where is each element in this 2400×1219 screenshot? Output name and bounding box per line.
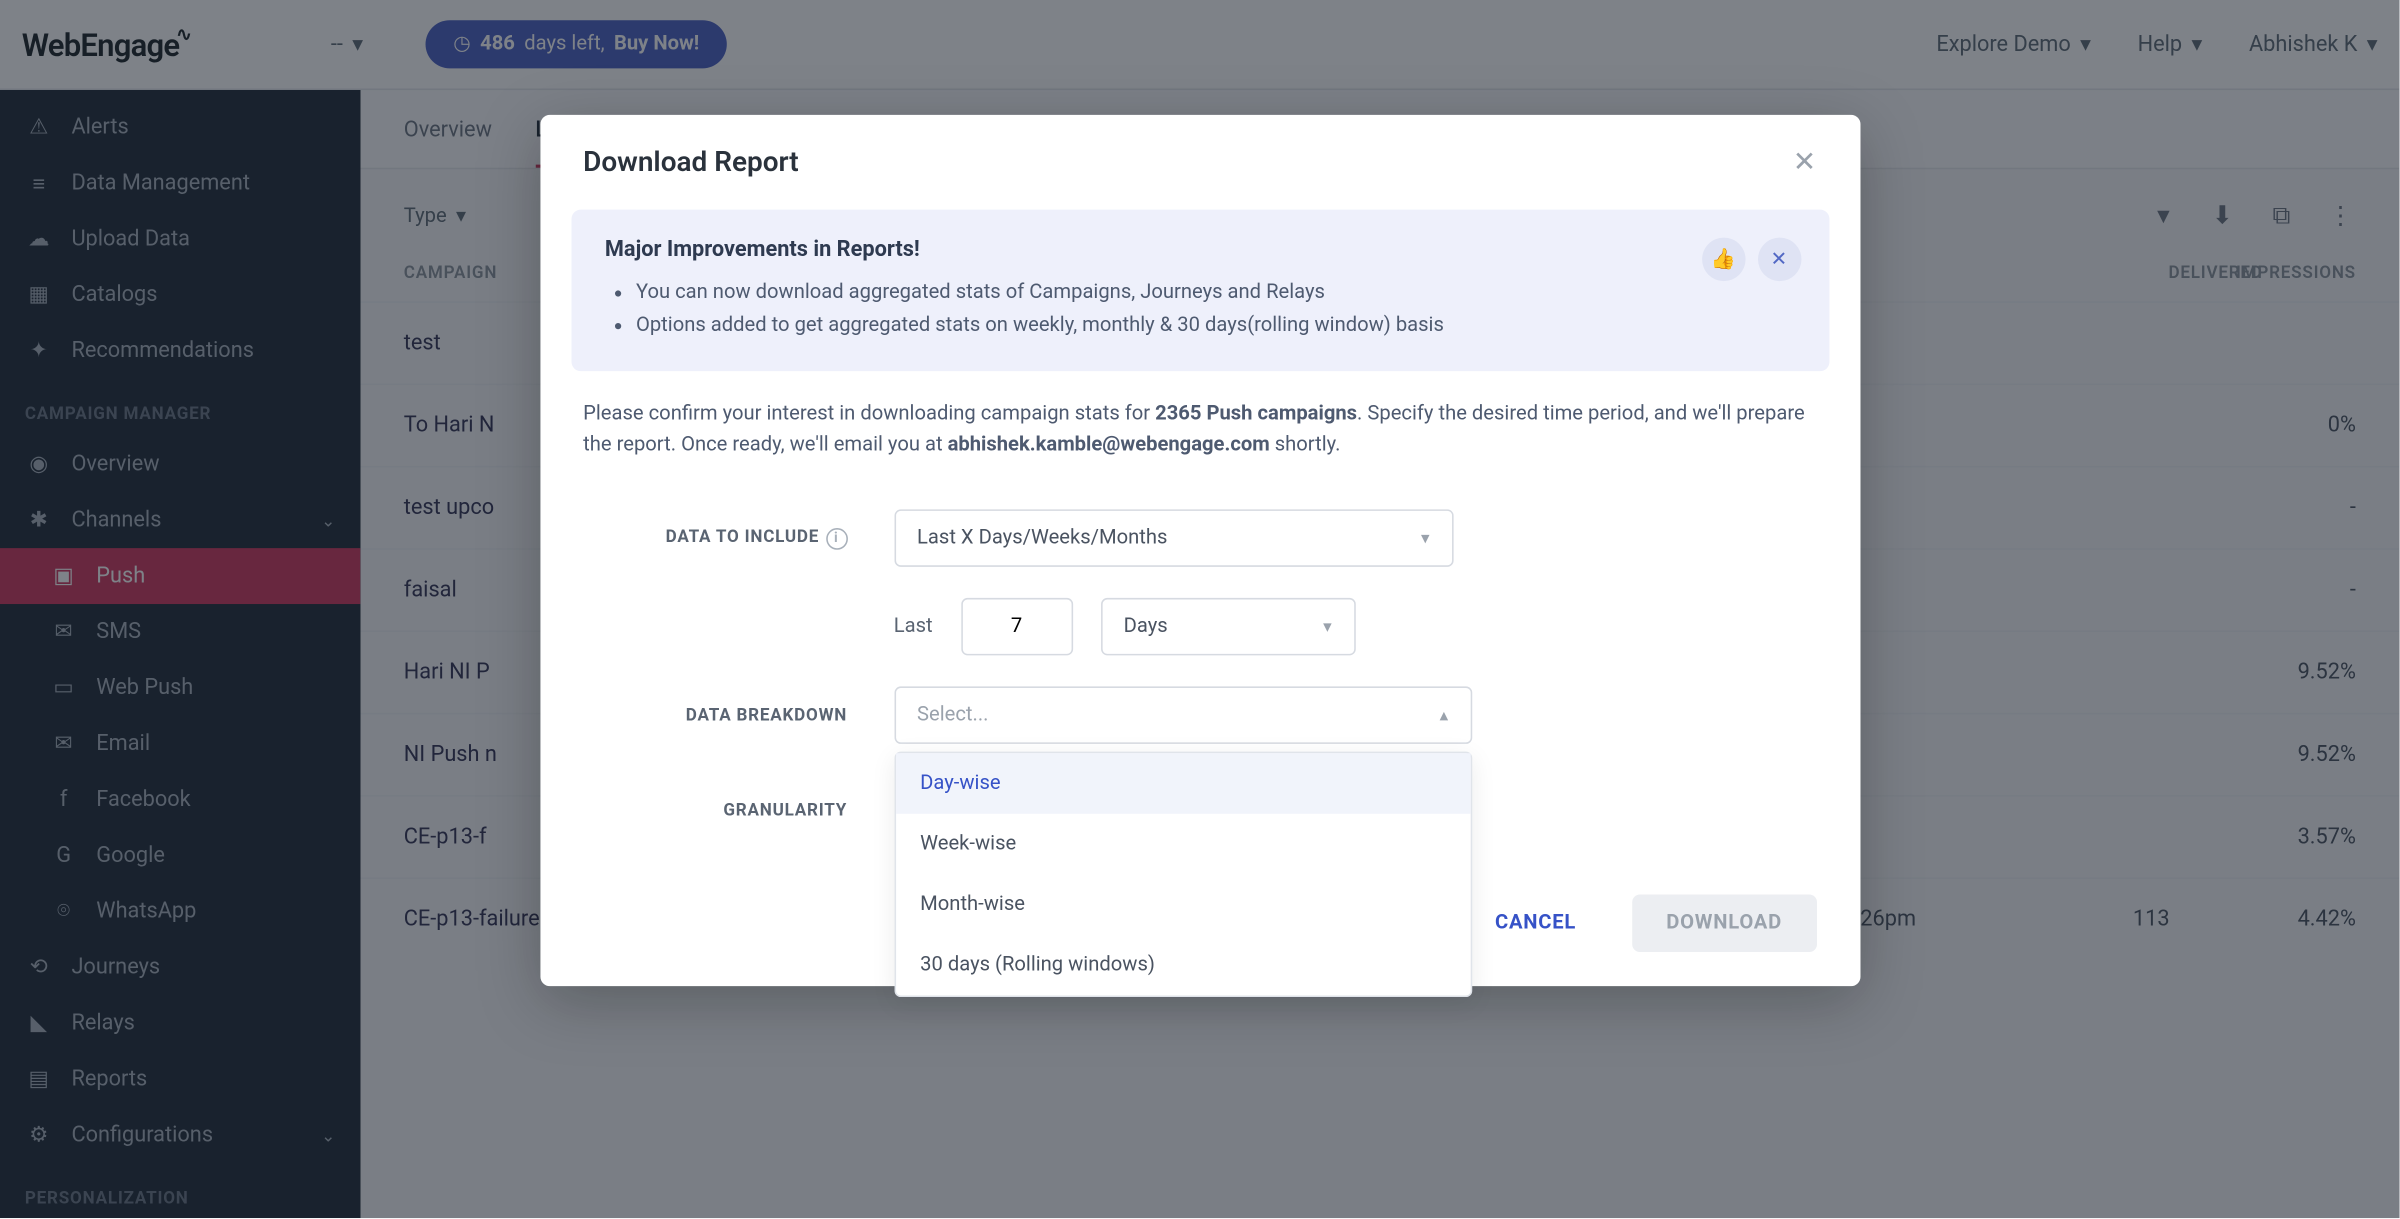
label-data-include: DATA TO INCLUDEi (583, 527, 894, 550)
download-report-modal: Download Report ✕ Major Improvements in … (540, 115, 1860, 987)
banner-bullet: Options added to get aggregated stats on… (636, 310, 1795, 342)
close-icon[interactable]: ✕ (1793, 146, 1816, 179)
select-data-include[interactable]: Last X Days/Weeks/Months▾ (894, 510, 1453, 567)
last-number-input[interactable] (961, 598, 1073, 655)
chevron-down-icon: ▾ (1323, 617, 1332, 637)
label-data-breakdown: DATA BREAKDOWN (583, 705, 894, 725)
download-button[interactable]: DOWNLOAD (1632, 895, 1816, 952)
modal-overlay: Download Report ✕ Major Improvements in … (0, 0, 2399, 1218)
thumbs-up-button[interactable]: 👍 (1701, 238, 1744, 281)
banner-bullet: You can now download aggregated stats of… (636, 278, 1795, 310)
dropdown-option-rolling[interactable]: 30 days (Rolling windows) (895, 935, 1470, 996)
select-unit[interactable]: Days▾ (1100, 598, 1355, 655)
confirm-text: Please confirm your interest in download… (540, 398, 1860, 494)
select-data-breakdown[interactable]: Select...▴ (894, 687, 1472, 744)
dropdown-option-month[interactable]: Month-wise (895, 875, 1470, 936)
modal-title: Download Report (583, 146, 799, 179)
dismiss-banner-button[interactable]: ✕ (1757, 238, 1800, 281)
chevron-up-icon: ▴ (1440, 705, 1449, 725)
chevron-down-icon: ▾ (1421, 528, 1430, 548)
info-banner: Major Improvements in Reports! You can n… (571, 210, 1829, 371)
dropdown-menu: Day-wise Week-wise Month-wise 30 days (R… (894, 752, 1472, 997)
dropdown-option-day[interactable]: Day-wise (895, 753, 1470, 814)
last-label: Last (894, 615, 933, 638)
banner-title: Major Improvements in Reports! (605, 238, 1795, 263)
label-granularity: GRANULARITY (583, 800, 894, 820)
info-icon[interactable]: i (825, 528, 847, 550)
cancel-button[interactable]: CANCEL (1461, 895, 1611, 952)
dropdown-option-week[interactable]: Week-wise (895, 814, 1470, 875)
